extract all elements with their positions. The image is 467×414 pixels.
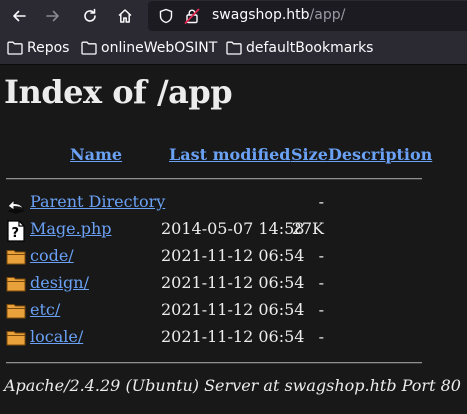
svg-text:?: ? — [12, 226, 20, 241]
forward-button[interactable] — [40, 3, 66, 29]
column-header-last-modified[interactable]: Last modified — [169, 145, 290, 164]
browser-toolbar: swagshop.htb/app/ — [0, 0, 467, 32]
home-icon — [118, 9, 132, 23]
entry-modified: 2021-11-12 06:54 — [161, 327, 305, 346]
bookmark-label: Repos — [27, 40, 70, 56]
entry-modified: 2021-11-12 06:54 — [161, 273, 305, 292]
home-button[interactable] — [112, 3, 138, 29]
entry-modified: 2021-11-12 06:54 — [161, 300, 305, 319]
folder-icon — [6, 331, 26, 346]
bookmark-repos[interactable]: Repos — [7, 38, 69, 58]
lock-insecure-icon[interactable] — [184, 8, 200, 24]
server-signature: Apache/2.4.29 (Ubuntu) Server at swagsho… — [4, 376, 461, 395]
entry-size: - — [318, 192, 324, 211]
entry-size: - — [318, 327, 324, 346]
entry-link[interactable]: code/ — [30, 246, 74, 265]
bookmark-label: onlineWebOSINT — [101, 40, 218, 56]
entry-link[interactable]: locale/ — [30, 327, 83, 346]
bookmarks-bar: Repos onlineWebOSINT defaultBookmarks — [0, 32, 467, 65]
entry-size: - — [318, 300, 324, 319]
list-item: design/ 2021-11-12 06:54 - — [0, 272, 467, 298]
page-title: Index of /app — [4, 73, 233, 111]
column-header-name[interactable]: Name — [70, 145, 122, 164]
back-icon — [7, 198, 25, 214]
entry-link[interactable]: design/ — [30, 273, 89, 292]
folder-icon — [7, 41, 23, 55]
list-item: etc/ 2021-11-12 06:54 - — [0, 299, 467, 325]
url-path: /app/ — [309, 7, 346, 23]
entry-link[interactable]: Parent Directory — [30, 192, 165, 211]
arrow-right-icon — [46, 10, 59, 22]
divider-top — [6, 178, 422, 180]
column-header-size[interactable]: Size — [291, 145, 328, 164]
url-bar[interactable]: swagshop.htb/app/ — [148, 1, 467, 31]
entry-size: - — [318, 273, 324, 292]
page-content: Index of /app Name Last modified Size De… — [0, 65, 467, 414]
list-item: Parent Directory - — [0, 191, 467, 217]
list-item: locale/ 2021-11-12 06:54 - — [0, 326, 467, 352]
back-button[interactable] — [6, 3, 32, 29]
url-host: swagshop.htb — [212, 7, 310, 23]
entry-modified: 2014-05-07 14:58 — [161, 219, 305, 238]
folder-icon — [226, 41, 242, 55]
entry-size: 27K — [291, 219, 324, 238]
folder-icon — [81, 41, 97, 55]
reload-button[interactable] — [77, 3, 103, 29]
entry-link[interactable]: etc/ — [30, 300, 60, 319]
entry-modified: 2021-11-12 06:54 — [161, 246, 305, 265]
bookmark-label: defaultBookmarks — [246, 40, 374, 56]
entry-link[interactable]: Mage.php — [30, 219, 112, 238]
list-item: code/ 2021-11-12 06:54 - — [0, 245, 467, 271]
shield-icon[interactable] — [158, 8, 174, 24]
folder-icon — [6, 304, 26, 319]
unknown-file-icon: ? — [7, 220, 25, 242]
divider-bottom — [6, 362, 422, 364]
entry-size: - — [318, 246, 324, 265]
folder-icon — [6, 250, 26, 265]
folder-icon — [6, 277, 26, 292]
column-header-description[interactable]: Description — [328, 145, 432, 164]
bookmark-defaultbookmarks[interactable]: defaultBookmarks — [226, 38, 373, 58]
url-text[interactable]: swagshop.htb/app/ — [212, 7, 345, 23]
bookmark-onlinewebosint[interactable]: onlineWebOSINT — [81, 38, 217, 58]
reload-icon — [84, 8, 96, 22]
arrow-left-icon — [13, 10, 26, 22]
list-item: ? Mage.php 2014-05-07 14:58 27K — [0, 218, 467, 244]
